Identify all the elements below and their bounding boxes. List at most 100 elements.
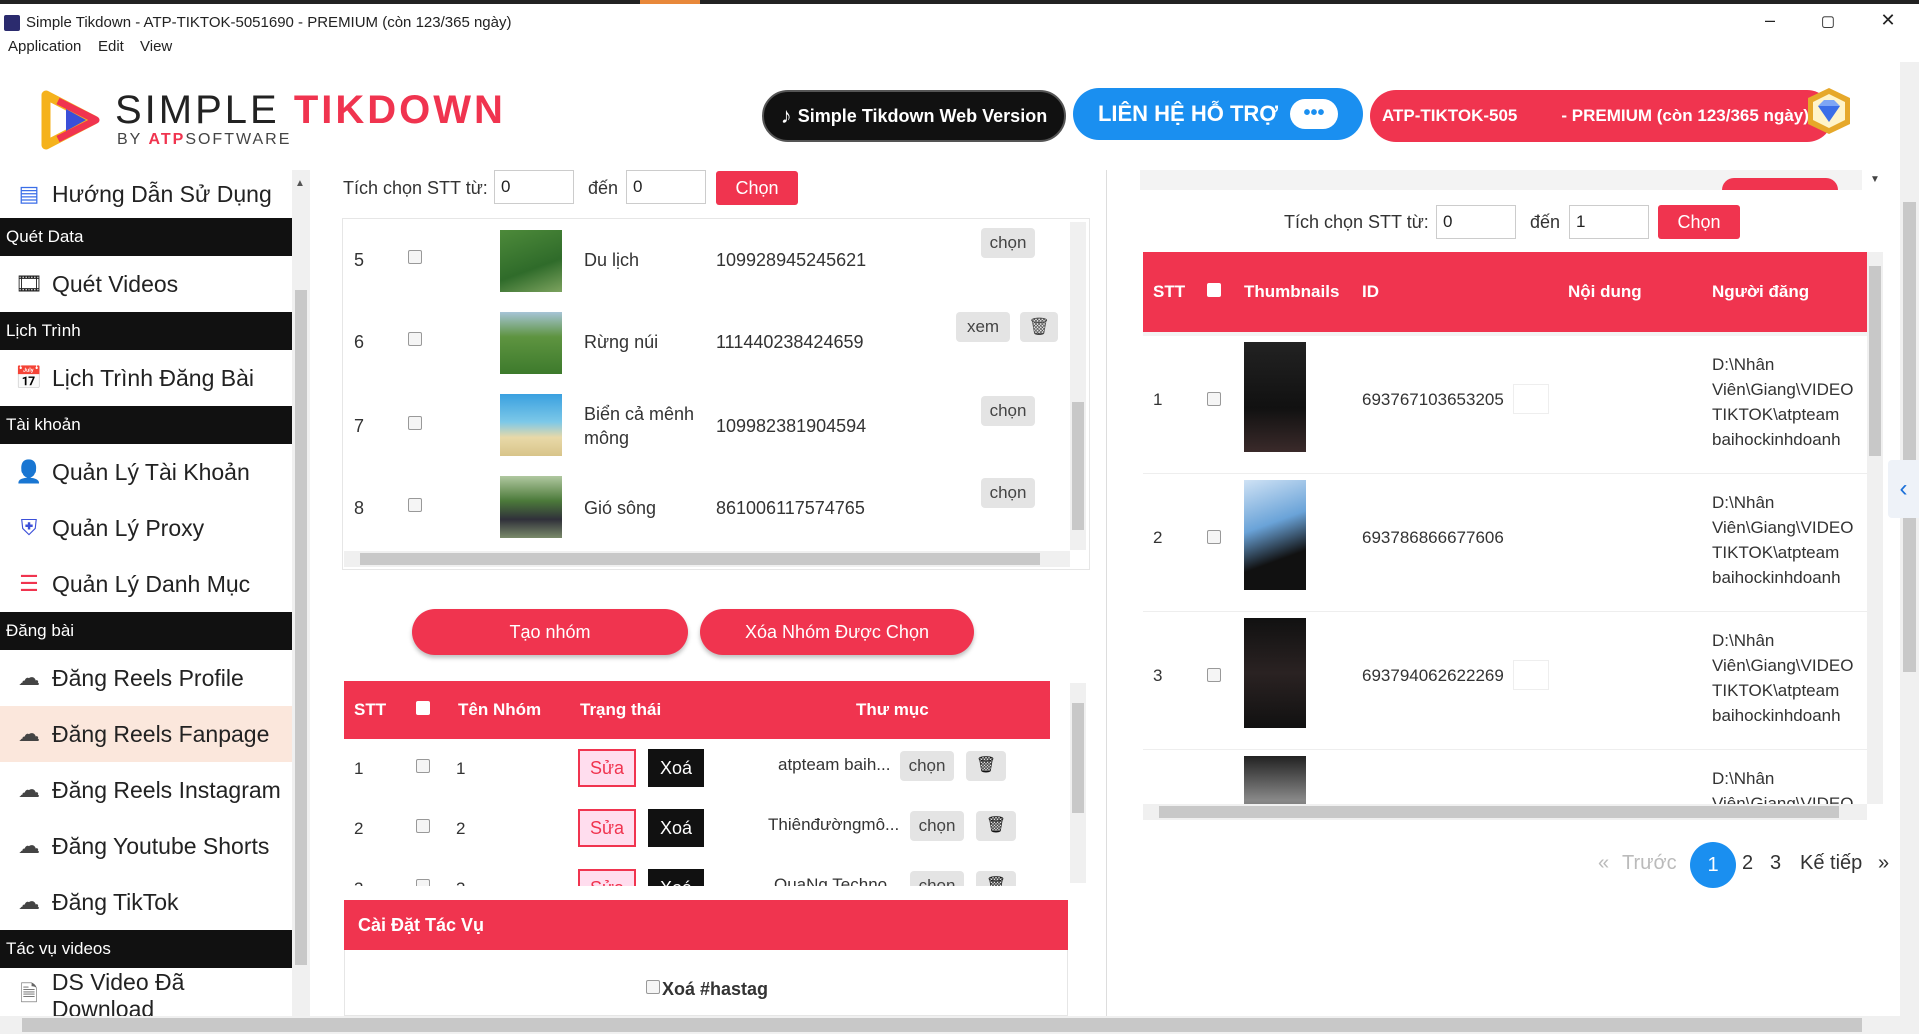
collapse-chevron-icon[interactable]: ‹ — [1888, 460, 1919, 518]
row-checkbox[interactable] — [408, 250, 422, 264]
remove-hashtag-label: Xoá #hastag — [662, 979, 769, 999]
sidebar-scrollbar[interactable]: ▲ — [292, 170, 310, 1016]
mid-to-label: đến — [588, 178, 619, 198]
video-table-vscroll[interactable] — [1867, 252, 1883, 804]
page-3[interactable]: 3 — [1770, 852, 1781, 875]
sidebar-item-reels-instagram[interactable]: ☁ Đăng Reels Instagram — [0, 762, 292, 818]
category-thumbnail — [500, 312, 562, 374]
table-row: 2 693786866677606 D:\Nhân Viên\Giang\VID… — [1143, 474, 1867, 612]
web-version-button[interactable]: ♪ Simple Tikdown Web Version — [762, 90, 1066, 142]
video-thumbnail — [1244, 618, 1306, 728]
menu-view[interactable]: View — [140, 38, 172, 55]
category-action-button[interactable]: chọn — [981, 478, 1035, 508]
mid-from-input[interactable]: 0 — [494, 170, 574, 204]
scroll-down-icon[interactable]: ▼ — [1870, 174, 1880, 185]
window-vscroll[interactable] — [1900, 62, 1919, 1016]
choose-folder-button[interactable]: chọn — [910, 871, 964, 886]
category-view-button[interactable]: xem — [956, 312, 1010, 342]
category-thumbnail — [500, 476, 562, 538]
category-thumbnail — [500, 230, 562, 292]
cloud-upload-icon: ☁ — [18, 665, 40, 690]
sidebar-item-youtube-shorts[interactable]: ☁ Đăng Youtube Shorts — [0, 818, 292, 874]
sidebar-item-accounts[interactable]: 👤 Quản Lý Tài Khoản — [0, 444, 292, 500]
create-group-button[interactable]: Tạo nhóm — [412, 609, 688, 655]
sidebar-item-reels-fanpage[interactable]: ☁ Đăng Reels Fanpage — [0, 706, 292, 762]
choose-folder-button[interactable]: chọn — [910, 811, 964, 841]
video-table-hscroll[interactable] — [1143, 804, 1867, 820]
sidebar: ▤ Hướng Dẫn Sử Dụng Quét Data 🎞 Quét Vid… — [0, 170, 292, 1016]
sidebar-item-guide[interactable]: ▤ Hướng Dẫn Sử Dụng — [0, 170, 292, 218]
sidebar-item-scan-videos[interactable]: 🎞 Quét Videos — [0, 256, 292, 312]
window-hscroll[interactable] — [0, 1016, 1919, 1034]
sidebar-section-schedule: Lịch Trình — [0, 312, 292, 350]
row-checkbox[interactable] — [1207, 668, 1221, 682]
trash-icon[interactable]: 🗑 — [976, 811, 1016, 841]
page-prev[interactable]: Trước — [1622, 852, 1677, 875]
right-from-input[interactable]: 0 — [1436, 205, 1516, 239]
page-1[interactable]: 1 — [1690, 842, 1736, 888]
edit-group-button[interactable]: Sửa — [578, 749, 636, 787]
close-button[interactable]: ✕ — [1868, 10, 1908, 31]
row-checkbox[interactable] — [408, 416, 422, 430]
sidebar-item-categories[interactable]: ☰ Quản Lý Danh Mục — [0, 556, 292, 612]
sidebar-item-reels-profile[interactable]: ☁ Đăng Reels Profile — [0, 650, 292, 706]
sidebar-section-post: Đăng bài — [0, 612, 292, 650]
trash-icon[interactable]: 🗑 — [1020, 312, 1058, 342]
row-checkbox[interactable] — [416, 759, 430, 773]
row-checkbox[interactable] — [408, 498, 422, 512]
trash-icon[interactable]: 🗑 — [976, 871, 1016, 886]
category-action-button[interactable]: chọn — [981, 396, 1035, 426]
row-checkbox[interactable] — [416, 819, 430, 833]
page-next[interactable]: Kế tiếp — [1800, 852, 1862, 875]
category-list-hscroll[interactable] — [344, 551, 1070, 567]
maximize-button[interactable]: ▢ — [1808, 12, 1848, 30]
page-last[interactable]: » — [1878, 852, 1889, 875]
menu-application[interactable]: Application — [8, 38, 81, 55]
row-checkbox[interactable] — [1207, 392, 1221, 406]
trash-icon[interactable]: 🗑 — [966, 751, 1006, 781]
right-hidden-button[interactable] — [1722, 178, 1838, 190]
row-checkbox[interactable] — [1207, 530, 1221, 544]
edit-group-button[interactable]: Sửa — [578, 869, 636, 886]
logo-icon — [41, 90, 100, 150]
category-list-vscroll[interactable] — [1070, 222, 1086, 550]
select-all-checkbox[interactable] — [1207, 283, 1221, 297]
row-checkbox[interactable] — [408, 332, 422, 346]
page-first[interactable]: « — [1598, 852, 1609, 875]
sidebar-item-schedule[interactable]: 📅 Lịch Trình Đăng Bài — [0, 350, 292, 406]
right-to-input[interactable]: 1 — [1569, 205, 1649, 239]
sidebar-item-proxy[interactable]: ⛨ Quản Lý Proxy — [0, 500, 292, 556]
content-field[interactable] — [1513, 660, 1549, 690]
table-row: 3 693794062622269 D:\Nhân Viên\Giang\VID… — [1143, 612, 1867, 750]
mid-choose-button[interactable]: Chọn — [716, 171, 798, 205]
support-button[interactable]: LIÊN HỆ HỖ TRỢ ••• — [1073, 88, 1363, 140]
minimize-button[interactable]: – — [1750, 10, 1790, 31]
sidebar-item-tiktok[interactable]: ☁ Đăng TikTok — [0, 874, 292, 930]
sidebar-scroll-thumb[interactable] — [295, 290, 307, 965]
choose-folder-button[interactable]: chọn — [900, 751, 954, 781]
video-table-header: STT Thumbnails ID Nội dung Người đăng — [1143, 252, 1867, 332]
select-all-checkbox[interactable] — [416, 701, 430, 715]
edit-group-button[interactable]: Sửa — [578, 809, 636, 847]
remove-hashtag-checkbox[interactable] — [646, 980, 660, 994]
delete-group-button[interactable]: Xóa Nhóm Được Chọn — [700, 609, 974, 655]
menu-edit[interactable]: Edit — [98, 38, 124, 55]
delete-group-row-button[interactable]: Xoá — [648, 809, 704, 847]
row-checkbox[interactable] — [416, 879, 430, 886]
scroll-up-icon[interactable]: ▲ — [295, 178, 305, 189]
mid-select-label: Tích chọn STT từ: — [343, 178, 488, 198]
table-row: 1 1 Sửa Xoá atpteam baih... chọn 🗑 — [344, 739, 1050, 799]
title-bar: Simple Tikdown - ATP-TIKTOK-5051690 - PR… — [0, 0, 1919, 38]
sidebar-item-downloaded[interactable]: 🗎 DS Video Đã Download — [0, 968, 292, 1016]
delete-group-row-button[interactable]: Xoá — [648, 869, 704, 886]
guide-icon: ▤ — [18, 181, 40, 206]
right-choose-button[interactable]: Chọn — [1658, 205, 1740, 239]
right-to-label: đến — [1530, 212, 1561, 232]
app-header: SIMPLE TIKDOWN BY ATPSOFTWARE ♪ Simple T… — [0, 62, 1919, 170]
mid-to-input[interactable]: 0 — [626, 170, 706, 204]
group-table-vscroll[interactable] — [1070, 683, 1086, 883]
page-2[interactable]: 2 — [1742, 852, 1753, 875]
content-field[interactable] — [1513, 384, 1549, 414]
category-action-button[interactable]: chọn — [981, 228, 1035, 258]
delete-group-row-button[interactable]: Xoá — [648, 749, 704, 787]
